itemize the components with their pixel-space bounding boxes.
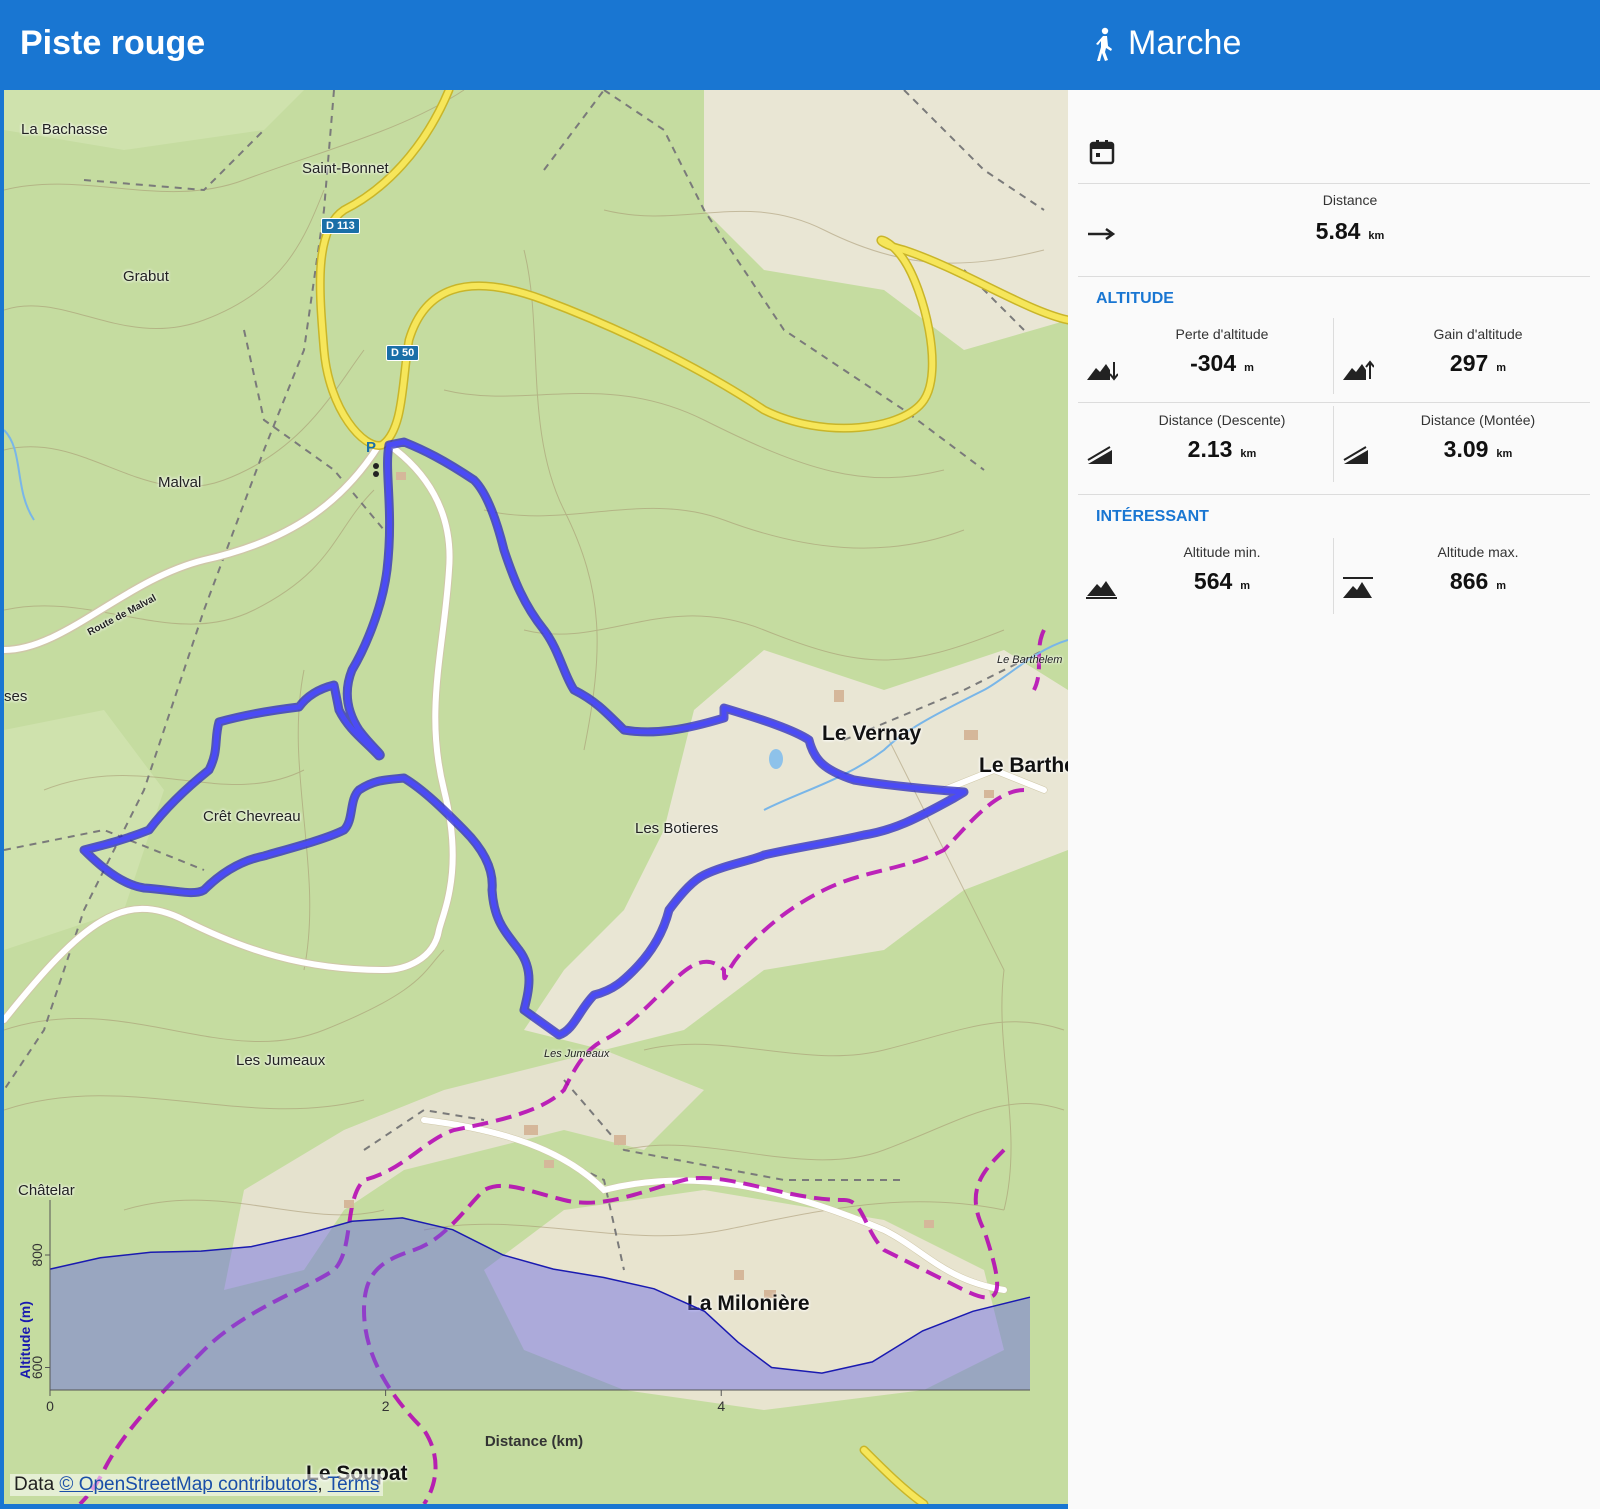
terms-link[interactable]: Terms (328, 1474, 380, 1495)
activity-type[interactable]: Marche (1090, 24, 1241, 63)
altitude-section-title: ALTITUDE (1096, 290, 1174, 307)
walking-icon (1096, 27, 1112, 61)
elevation-loss-value: -304 m (1190, 350, 1254, 376)
app-header: Piste rouge Marche (0, 0, 1600, 90)
interesting-section-title: INTÉRESSANT (1096, 508, 1209, 525)
distance-label: Distance (1322, 192, 1378, 208)
x-tick-label: 4 (717, 1398, 725, 1414)
elevation-gain-label: Gain d'altitude (1433, 326, 1523, 342)
x-tick-label: 0 (46, 1398, 54, 1414)
distance-ascent-value: 3.09 km (1443, 436, 1513, 462)
altitude-min-value: 564 m (1193, 568, 1251, 594)
x-tick-label: 2 (382, 1398, 390, 1414)
calendar-icon[interactable] (1088, 138, 1116, 166)
chart-ylabel: Altitude (m) (17, 1301, 33, 1379)
map-attribution: Data © OpenStreetMap contributors, Terms (10, 1474, 384, 1496)
elevation-profile[interactable]: 0 2 4600800 Distance (km) Altitude (m) (4, 90, 1068, 1504)
altitude-max-value: 866 m (1449, 568, 1507, 594)
osm-link[interactable]: © OpenStreetMap contributors (59, 1474, 317, 1495)
distance-ascent-label: Distance (Montée) (1420, 412, 1536, 428)
divider (1333, 406, 1334, 482)
distance-descent-label: Distance (Descente) (1158, 412, 1286, 428)
y-tick-label: 800 (29, 1243, 45, 1267)
attribution-sep: , (317, 1474, 328, 1495)
chart-xlabel: Distance (km) (485, 1433, 583, 1450)
altitude-max-label: Altitude max. (1437, 544, 1519, 560)
divider (1078, 402, 1590, 403)
activity-label: Marche (1128, 24, 1242, 62)
divider (1078, 276, 1590, 277)
map-view[interactable]: P La Bachasse Saint-Bonnet Grabut Malval… (4, 90, 1068, 1504)
elevation-gain-value: 297 m (1449, 350, 1507, 376)
altitude-min-label: Altitude min. (1183, 544, 1261, 560)
profile-area (50, 1217, 1030, 1390)
stats-panel: Distance 5.84 km ALTITUDE Perte d'altitud… (1068, 90, 1600, 1509)
divider (1333, 318, 1334, 394)
divider (1333, 538, 1334, 614)
distance-arrow-icon (1088, 227, 1116, 241)
attribution-prefix: Data (14, 1474, 60, 1495)
divider (1078, 183, 1590, 184)
track-title: Piste rouge (20, 24, 206, 62)
distance-descent-value: 2.13 km (1187, 436, 1257, 462)
distance-value: 5.84 km (1315, 218, 1385, 244)
divider (1078, 494, 1590, 495)
elevation-loss-label: Perte d'altitude (1175, 326, 1269, 342)
